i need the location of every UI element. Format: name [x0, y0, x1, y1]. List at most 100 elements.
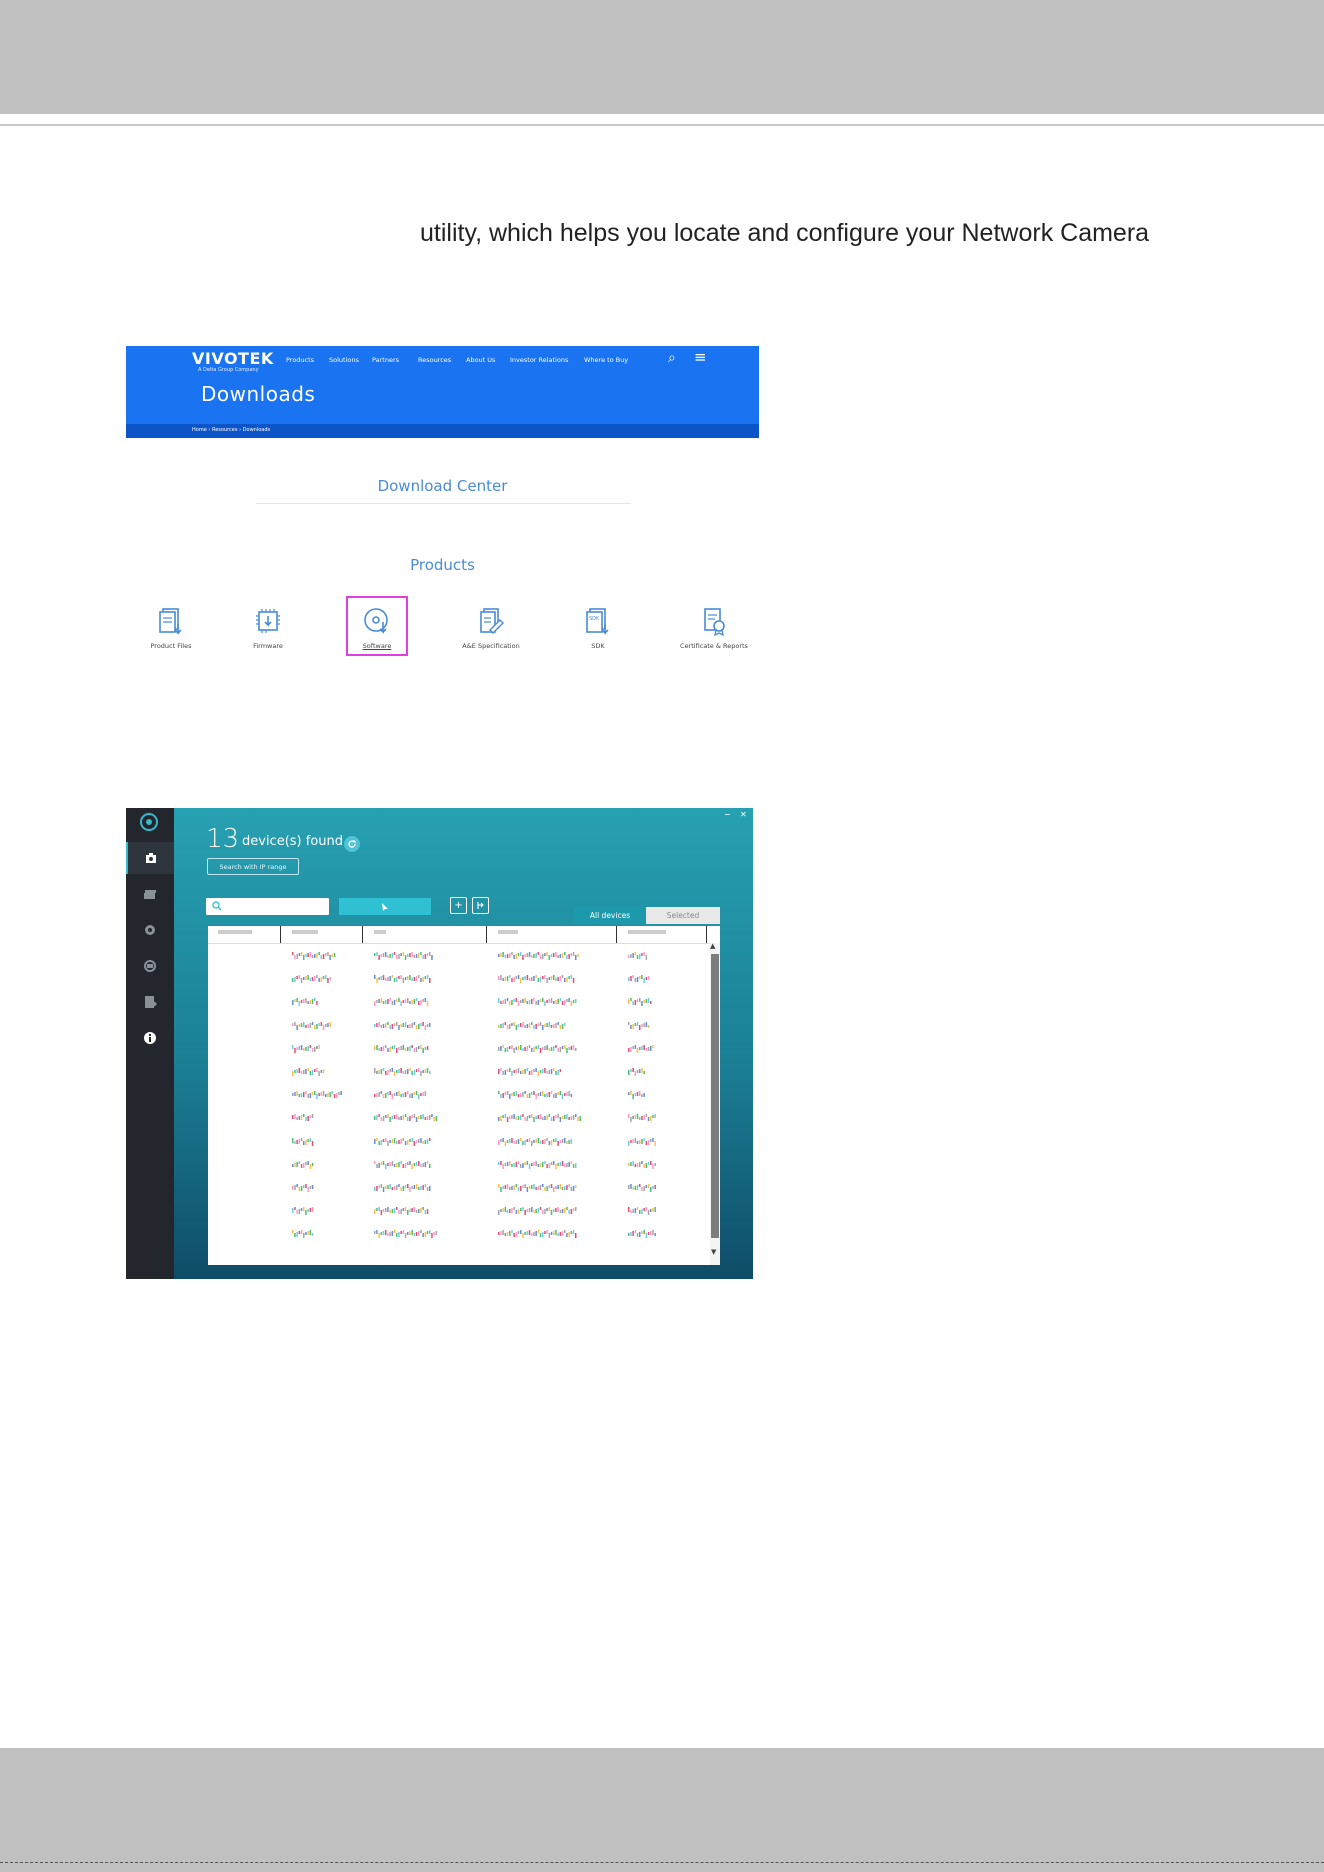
refresh-button[interactable] — [344, 836, 360, 852]
nav-about-us[interactable]: About Us — [466, 356, 495, 364]
obscured-cell — [628, 1230, 658, 1241]
breadcrumb-bar: Home › Resources › Downloads — [126, 424, 759, 438]
table-row[interactable] — [208, 1112, 708, 1130]
table-row[interactable] — [208, 996, 708, 1014]
tab-all-devices[interactable]: All devices — [574, 907, 646, 924]
obscured-cell — [292, 1137, 314, 1149]
column-divider[interactable] — [280, 926, 281, 943]
obscured-cell — [628, 952, 648, 963]
rail-export[interactable] — [126, 986, 174, 1018]
site-banner: VIVOTEK A Delta Group Company Products S… — [126, 346, 759, 438]
device-table: ▲ ▼ — [208, 926, 720, 1265]
header-rule — [0, 124, 1324, 126]
sdk-download-icon: SDK — [586, 608, 609, 635]
vivotek-logo[interactable]: VIVOTEK — [192, 349, 274, 368]
nav-investor-relations[interactable]: Investor Relations — [510, 356, 568, 364]
table-row[interactable] — [208, 1228, 708, 1246]
column-header-blurred[interactable] — [498, 928, 522, 938]
obscured-cell — [374, 998, 430, 1009]
obscured-cell — [292, 1184, 314, 1195]
obscured-cell — [498, 1160, 578, 1172]
download-center-heading: Download Center — [377, 477, 508, 495]
add-device-button[interactable]: + — [450, 897, 467, 914]
obscured-cell — [498, 1114, 582, 1125]
obscured-cell — [374, 975, 432, 986]
rail-devices[interactable] — [126, 842, 174, 874]
obscured-cell — [292, 1160, 314, 1172]
category-label: Product Files — [150, 642, 192, 650]
obscured-cell — [374, 1160, 432, 1172]
table-row[interactable] — [208, 1159, 708, 1177]
obscured-cell — [628, 1068, 646, 1079]
obscured-cell — [374, 1114, 438, 1125]
scrollbar-thumb[interactable] — [711, 954, 719, 1238]
menu-icon[interactable]: ≡ — [694, 348, 707, 366]
obscured-cell — [498, 1091, 574, 1102]
obscured-cell — [498, 1137, 574, 1149]
obscured-cell — [374, 1091, 428, 1102]
nav-where-to-buy[interactable]: Where to Buy — [584, 356, 628, 364]
filter-button[interactable] — [339, 898, 431, 915]
nav-solutions[interactable]: Solutions — [329, 356, 359, 364]
obscured-cell — [498, 975, 576, 986]
table-row[interactable] — [208, 1066, 708, 1084]
obscured-cell — [628, 975, 650, 986]
column-header-blurred[interactable] — [218, 928, 254, 938]
device-count: 13 — [206, 824, 240, 854]
column-header-blurred[interactable] — [374, 928, 388, 938]
obscured-cell — [498, 1207, 578, 1218]
search-ip-range-button[interactable]: Search with IP range — [207, 858, 299, 875]
category-firmware[interactable]: Firmware — [223, 606, 313, 650]
obscured-cell — [374, 1137, 432, 1149]
document-download-icon — [159, 608, 182, 635]
svg-text:SDK: SDK — [589, 616, 600, 622]
rail-settings[interactable] — [126, 914, 174, 946]
obscured-cell — [628, 1137, 658, 1149]
rail-sync[interactable] — [126, 950, 174, 982]
obscured-cell — [628, 1184, 658, 1195]
app-screenshot: − ✕ 13 device(s) found Search with IP ra… — [126, 808, 753, 1279]
table-row[interactable] — [208, 1020, 708, 1038]
category-sdk[interactable]: SDK SDK — [553, 606, 643, 650]
scroll-down-icon[interactable]: ▼ — [711, 1248, 716, 1256]
category-product-files[interactable]: Product Files — [126, 606, 216, 650]
nav-resources[interactable]: Resources — [418, 356, 451, 364]
selection-highlight — [346, 596, 408, 656]
obscured-cell — [292, 975, 332, 986]
footer-dashed-rule — [0, 1862, 1324, 1863]
obscured-cell — [374, 1230, 440, 1241]
obscured-cell — [498, 1184, 578, 1195]
column-divider[interactable] — [706, 926, 707, 943]
close-icon[interactable]: ✕ — [740, 810, 747, 819]
table-row[interactable] — [208, 1205, 708, 1223]
column-divider[interactable] — [362, 926, 363, 943]
column-divider[interactable] — [616, 926, 617, 943]
table-row[interactable] — [208, 1136, 708, 1154]
search-input[interactable] — [206, 898, 329, 915]
rail-stack[interactable] — [126, 878, 174, 910]
table-row[interactable] — [208, 973, 708, 991]
table-row[interactable] — [208, 1043, 708, 1061]
search-icon[interactable]: ⌕ — [668, 350, 676, 366]
category-certificate-reports[interactable]: Certificate & Reports — [669, 606, 759, 650]
import-button[interactable] — [472, 897, 489, 914]
column-divider[interactable] — [486, 926, 487, 943]
obscured-cell — [628, 1207, 658, 1218]
obscured-cell — [628, 998, 654, 1009]
tab-selected[interactable]: Selected — [646, 907, 720, 924]
nav-products[interactable]: Products — [286, 356, 314, 364]
nav-partners[interactable]: Partners — [372, 356, 399, 364]
column-header-blurred[interactable] — [628, 928, 668, 938]
table-row[interactable] — [208, 1089, 708, 1107]
scroll-up-icon[interactable]: ▲ — [710, 942, 715, 950]
category-ae-specification[interactable]: A&E Specification — [446, 606, 536, 650]
table-row[interactable] — [208, 1182, 708, 1200]
breadcrumb[interactable]: Home › Resources › Downloads — [192, 427, 270, 433]
column-header-blurred[interactable] — [292, 928, 322, 938]
minimize-icon[interactable]: − — [724, 810, 731, 819]
stack-icon — [144, 890, 156, 899]
logo-tagline: A Delta Group Company — [198, 367, 259, 373]
sync-icon — [144, 960, 156, 972]
table-row[interactable] — [208, 950, 708, 968]
rail-info[interactable] — [126, 1022, 174, 1054]
